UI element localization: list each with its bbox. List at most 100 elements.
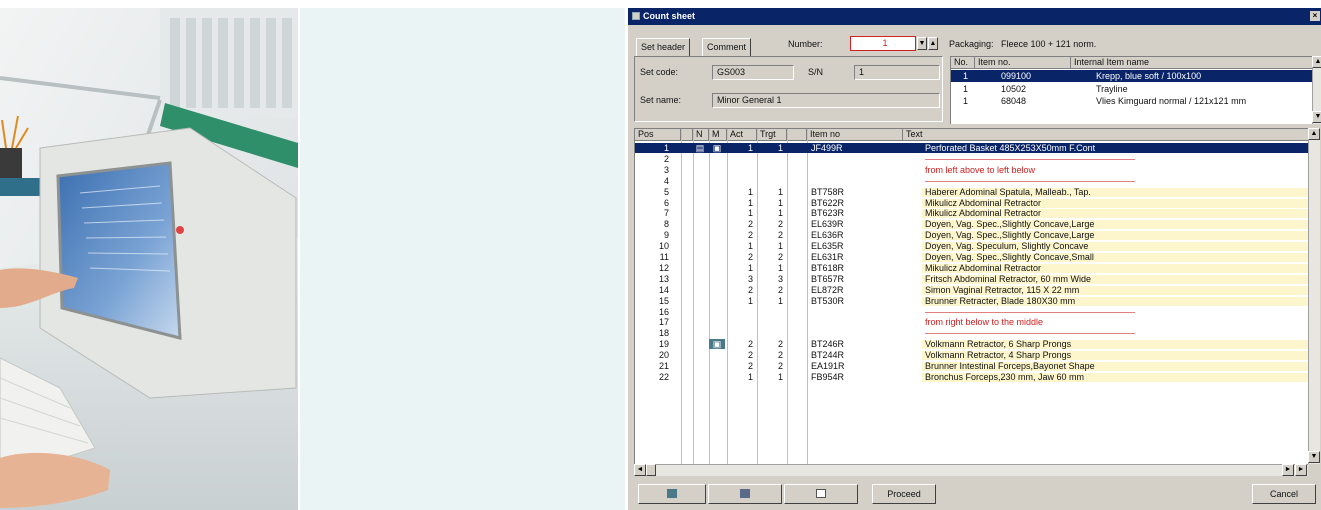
table-row[interactable]: 12 1 1 BT618R Mikulicz Abdominal Retractor: [635, 263, 1308, 273]
sn-field[interactable]: 1: [854, 65, 940, 80]
tab-set-header[interactable]: Set header: [636, 38, 691, 56]
section-separator: [925, 180, 1135, 182]
number-down-icon[interactable]: ▼: [917, 37, 927, 50]
row-text: Mikulicz Abdominal Retractor: [925, 262, 1042, 273]
table-row[interactable]: 14 2 2 EL872R Simon Vaginal Retractor, 115 X…: [635, 285, 1308, 295]
table-row[interactable]: 18: [635, 328, 1308, 338]
table-row[interactable]: 1 099100 Krepp, blue soft / 100x100: [951, 70, 1312, 82]
row-trgt: 1: [777, 143, 783, 153]
table-row[interactable]: 22 1 1 FB954R Bronchus Forceps,230 mm, Jaw 6…: [635, 372, 1308, 382]
scroll-thumb[interactable]: [646, 464, 656, 476]
view-item-button[interactable]: [638, 484, 706, 504]
scroll-down-icon[interactable]: ▼: [1312, 111, 1321, 123]
row-trgt: 1: [777, 262, 783, 273]
set-name-label: Set name:: [640, 95, 682, 105]
table-row[interactable]: 11 2 2 EL631R Doyen, Vag. Spec.,Slightly Con…: [635, 252, 1308, 262]
table-row[interactable]: 6 1 1 BT622R Mikulicz Abdominal Retractor: [635, 198, 1308, 208]
table-row[interactable]: 8 2 2 EL639R Doyen, Vag. Spec.,Slightly Conc…: [635, 219, 1308, 230]
cancel-button[interactable]: Cancel: [1252, 484, 1316, 504]
row-pos: 16: [658, 306, 669, 317]
table-row[interactable]: 19 ▣ 2 2 BT246R Volkmann Retractor, 6 Sharp P…: [635, 339, 1308, 350]
row-item-no: EL631R: [811, 252, 844, 262]
column-header-text[interactable]: Text: [903, 129, 1308, 141]
row-m-icon: ▣: [709, 339, 725, 350]
row-pos: 18: [658, 328, 669, 339]
row-pos: 5: [663, 186, 669, 197]
row-trgt: 1: [777, 371, 783, 382]
row-pos: 9: [663, 230, 669, 241]
column-header-pos[interactable]: Pos: [635, 129, 681, 141]
set-code-field[interactable]: GS003: [712, 65, 794, 80]
row-act: 2: [747, 252, 753, 262]
scroll-up-icon[interactable]: ▲: [1312, 56, 1321, 68]
column-header-n[interactable]: N: [693, 129, 709, 141]
row-item-no: EA191R: [811, 361, 845, 371]
edit-item-button[interactable]: [708, 484, 782, 504]
horizontal-scrollbar[interactable]: ◄ ► ►: [634, 464, 1308, 476]
row-text: Doyen, Vag. Spec.,Slightly Concave,Large: [925, 230, 1095, 241]
tab-comment[interactable]: Comment: [702, 38, 752, 56]
scroll-end-icon[interactable]: ►: [1295, 464, 1307, 476]
table-row[interactable]: 3 from left above to left below: [635, 165, 1308, 175]
row-item-no: 68048: [1001, 96, 1027, 106]
row-act: 2: [747, 219, 753, 230]
proceed-label: Proceed: [887, 489, 921, 499]
row-item-no: 10502: [1001, 84, 1027, 94]
row-trgt: 2: [777, 339, 783, 350]
row-pos: 17: [658, 317, 669, 328]
table-row[interactable]: 15 1 1 BT530R Brunner Retracter, Blade 180X3…: [635, 296, 1308, 306]
tab-comment-label: Comment: [707, 42, 747, 52]
row-act: 2: [747, 339, 753, 350]
print-button[interactable]: [784, 484, 858, 504]
row-pos: 4: [663, 175, 669, 186]
row-pos: 1: [663, 143, 669, 153]
row-pos: 12: [658, 262, 669, 273]
set-name-field[interactable]: Minor General 1: [712, 93, 940, 108]
proceed-button[interactable]: Proceed: [872, 484, 936, 504]
table-row[interactable]: 9 2 2 EL636R Doyen, Vag. Spec.,Slightly Conc…: [635, 230, 1308, 241]
scroll-up-icon[interactable]: ▲: [1308, 128, 1320, 140]
scroll-left-icon[interactable]: ◄: [634, 464, 646, 476]
close-icon[interactable]: ×: [1310, 11, 1320, 21]
column-header-blank[interactable]: [681, 129, 693, 141]
row-pos: 7: [663, 208, 669, 219]
table-row[interactable]: 2: [635, 154, 1308, 164]
title-bar: Count sheet ×: [628, 8, 1321, 25]
column-header-blank[interactable]: [787, 129, 807, 141]
table-row[interactable]: 1 ▤ ▣ 1 1 JF499R Perforated Basket 485X253X50m…: [635, 143, 1308, 153]
column-header-trgt[interactable]: Trgt: [757, 129, 787, 141]
number-up-icon[interactable]: ▲: [928, 37, 938, 50]
table-row[interactable]: 16: [635, 307, 1308, 317]
row-pos: 14: [658, 284, 669, 295]
sn-label: S/N: [808, 67, 824, 77]
number-field[interactable]: 1: [850, 36, 916, 51]
cancel-label: Cancel: [1269, 489, 1298, 499]
row-act: 1: [747, 143, 753, 153]
count-sheet-scrollbar[interactable]: ▲ ▼: [1308, 128, 1320, 464]
column-header-m[interactable]: M: [709, 129, 727, 141]
table-row[interactable]: 1 10502 Trayline: [951, 83, 1312, 95]
row-m-icon: ▣: [712, 143, 722, 153]
column-header-item-no[interactable]: Item no: [807, 129, 903, 141]
table-row[interactable]: 17 from right below to the middle: [635, 317, 1308, 327]
row-no: 1: [963, 71, 969, 81]
scroll-down-icon[interactable]: ▼: [1308, 451, 1320, 463]
table-row[interactable]: 1 68048 Vlies Kimguard normal / 121x121 …: [951, 95, 1312, 107]
table-row[interactable]: 5 1 1 BT758R Haberer Adominal Spatula, Malle…: [635, 187, 1308, 197]
column-header-internal-item-name[interactable]: Internal Item name: [1071, 57, 1312, 69]
row-act: 1: [747, 197, 753, 208]
table-row[interactable]: 10 1 1 EL635R Doyen, Vag. Speculum, Slightly…: [635, 241, 1308, 252]
table-row[interactable]: 13 3 3 BT657R Fritsch Abdominal Retractor, 6…: [635, 274, 1308, 284]
number-label: Number:: [788, 39, 823, 49]
column-header-item-no[interactable]: Item no.: [975, 57, 1071, 69]
table-row[interactable]: 21 2 2 EA191R Brunner Intestinal Forceps,Bay…: [635, 361, 1308, 371]
packaging-scrollbar[interactable]: ▲ ▼: [1312, 56, 1321, 124]
count-sheet-window: Count sheet × Set header Comment Number:…: [627, 8, 1321, 510]
column-header-act[interactable]: Act: [727, 129, 757, 141]
column-header-no[interactable]: No.: [951, 57, 975, 69]
table-row[interactable]: 20 2 2 BT244R Volkmann Retractor, 4 Sharp Pr…: [635, 350, 1308, 361]
table-row[interactable]: 7 1 1 BT623R Mikulicz Abdominal Retractor: [635, 208, 1308, 219]
row-trgt: 2: [777, 361, 783, 371]
table-row[interactable]: 4: [635, 176, 1308, 186]
scroll-right-icon[interactable]: ►: [1282, 464, 1294, 476]
